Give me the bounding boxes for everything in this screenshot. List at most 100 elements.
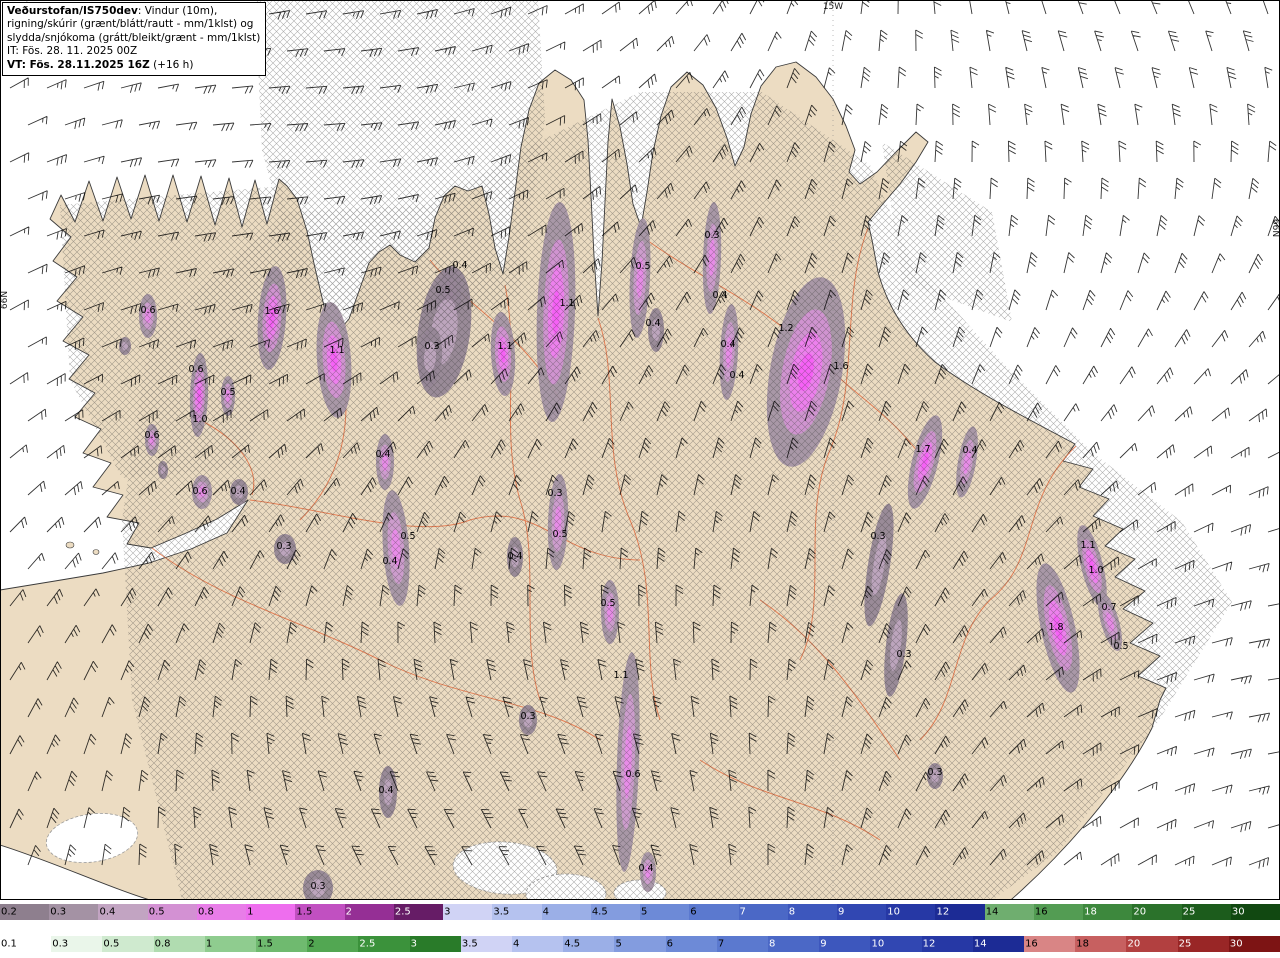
precip-value-label: 0.4 [638, 863, 653, 874]
precip-value-label: 0.3 [424, 341, 439, 352]
colorbar-cell: 10 [870, 936, 922, 952]
colorbar-cell: 6 [689, 904, 739, 920]
colorbar-cell: 0.8 [196, 904, 247, 920]
precip-value-label: 1.1 [559, 298, 574, 309]
precip-value-label: 0.4 [452, 260, 467, 271]
colorbar-cell-label: 2.5 [394, 906, 411, 918]
lead-time: (+16 h) [149, 58, 194, 71]
precip-value-label: 1.1 [497, 341, 512, 352]
colorbar-cell-label: 7 [739, 906, 746, 918]
colorbar-cell-label: 4 [513, 938, 520, 950]
colorbar-cell: 3 [443, 904, 493, 920]
precip-value-label: 1.6 [833, 361, 848, 372]
colorbar-cell: 12 [921, 936, 973, 952]
precip-value-label: 0.4 [729, 370, 744, 381]
precip-value-label: 0.6 [188, 364, 203, 375]
colorbar-cell: 3.5 [492, 904, 542, 920]
precip-value-label: 0.5 [552, 529, 567, 540]
precip-value-label: 0.5 [1113, 641, 1128, 652]
colorbar-cell: 25 [1181, 904, 1231, 920]
precip-value-label: 0.3 [310, 881, 325, 892]
colorbar-cell-label: 1.5 [257, 938, 273, 950]
colorbar-cell-label: 0.1 [1, 938, 17, 950]
colorbar-cell: 0.1 [0, 936, 52, 952]
info-line-4-init-time: IT: Fös. 28. 11. 2025 00Z [7, 45, 138, 58]
info-line-5-valid-time: VT: Fös. 28.11.2025 16Z (+16 h) [7, 59, 260, 72]
colorbar-cell: 4.5 [563, 936, 615, 952]
colorbar-cell: 4.5 [590, 904, 641, 920]
colorbar-cell-label: 3.5 [461, 938, 478, 950]
colorbar-cell: 0.3 [49, 904, 99, 920]
colorbar-cell: 16 [1024, 936, 1076, 952]
colorbar-cell-label: 20 [1133, 906, 1147, 918]
precip-value-label: 0.5 [400, 531, 415, 542]
precip-value-label: 0.4 [382, 556, 397, 567]
field-description: : Vindur (10m), [137, 5, 218, 17]
colorbar-cell-label: 12 [936, 906, 950, 918]
colorbar-cell: 8 [768, 936, 820, 952]
colorbar-cell: 4 [541, 904, 591, 920]
colorbar-cell-label: 18 [1084, 906, 1097, 918]
colorbar-cell-label: 2 [345, 906, 353, 918]
precip-value-label: 0.3 [547, 488, 562, 499]
info-line-2: rigning/skúrir (grænt/blátt/rautt - mm/1… [7, 18, 254, 31]
precip-value-label: 0.4 [712, 290, 727, 301]
colorbar-cell-label: 7 [717, 938, 725, 950]
colorbar-cell-label: 14 [973, 938, 987, 950]
weather-map-page: 15W 66N 66N 0.6 1.6 1.1 0.6 0.5 1.0 0.6 0.6 0.4 0… [0, 0, 1280, 958]
colorbar-cell: 14 [972, 936, 1025, 952]
colorbar-cell: 7 [716, 936, 769, 952]
colorbar-cell: 1.5 [256, 936, 308, 952]
colorbar-cell-label: 0.5 [148, 906, 165, 918]
colorbar-cell: 1 [204, 936, 257, 952]
colorbar-cell-label: 3.5 [493, 906, 510, 918]
colorbar-cell-label: 16 [1025, 938, 1038, 950]
colorbar-cell-label: 9 [837, 906, 845, 918]
colorbar-cell: 25 [1177, 936, 1229, 952]
colorbar-cell: 6 [665, 936, 717, 952]
colorbar-cell-label: 1 [247, 906, 254, 918]
colorbar-cell: 30 [1228, 936, 1280, 952]
colorbar-cell: 4 [512, 936, 564, 952]
precip-value-label: 1.7 [915, 444, 930, 455]
colorbar-cell-label: 0.3 [50, 906, 67, 918]
precip-value-label: 0.6 [625, 769, 640, 780]
colorbar-cell: 0.2 [0, 904, 50, 920]
colorbar-cell-label: 5 [615, 938, 622, 950]
colorbar-cell: 0.3 [51, 936, 103, 952]
colorbar-cell-label: 18 [1076, 938, 1089, 950]
colorbar-cell-label: 0.8 [197, 906, 214, 918]
info-line-1: Veðurstofan/IS750dev: Vindur (10m), [7, 5, 260, 18]
colorbar-cell: 7 [738, 904, 788, 920]
colorbar-cell-label: 4.5 [564, 938, 581, 950]
colorbar-cell: 0.5 [147, 904, 197, 920]
colorbar-cell-label: 3 [410, 938, 417, 950]
colorbar-cell-label: 6 [666, 938, 674, 950]
precip-value-label: 1.6 [264, 306, 279, 317]
colorbar-cell-label: 8 [788, 906, 796, 918]
precip-value-label: 0.6 [192, 486, 207, 497]
precip-value-label: 0.3 [896, 649, 911, 660]
precip-value-label: 0.3 [520, 711, 535, 722]
colorbar-cell: 20 [1132, 904, 1182, 920]
colorbar-cell: 1.5 [295, 904, 345, 920]
valid-time: VT: Fös. 28.11.2025 16Z [7, 58, 150, 71]
colorbar-cell-label: 0.3 [52, 938, 69, 950]
colorbar-cell-label: 5 [641, 906, 648, 918]
colorbar-cell-label: 12 [922, 938, 936, 950]
colorbar-cell-label: 3 [444, 906, 451, 918]
colorbar-cell-label: 0.4 [99, 906, 116, 918]
precip-value-label: 0.3 [927, 767, 942, 778]
precip-value-label: 1.1 [613, 670, 628, 681]
colorbar-cell: 30 [1230, 904, 1280, 920]
colorbar-cell-label: 0.8 [154, 938, 171, 950]
lat-label-left: 66N [0, 291, 10, 309]
colorbar-cell-label: 8 [769, 938, 776, 950]
colorbar-cell: 2.5 [393, 904, 444, 920]
colorbar-cell-label: 2 [308, 938, 315, 950]
precip-value-label: 0.5 [635, 261, 650, 272]
info-box: Veðurstofan/IS750dev: Vindur (10m), rign… [2, 2, 267, 77]
rain-colorbar: 0.1 0.3 0.5 0.8 1 1.5 2 2.5 3 3.5 4 4.5 5 6 7 8 9 10 12 14 1… [0, 936, 1280, 952]
precip-value-label: 0.4 [375, 449, 390, 460]
precip-value-label: 0.3 [276, 541, 291, 552]
